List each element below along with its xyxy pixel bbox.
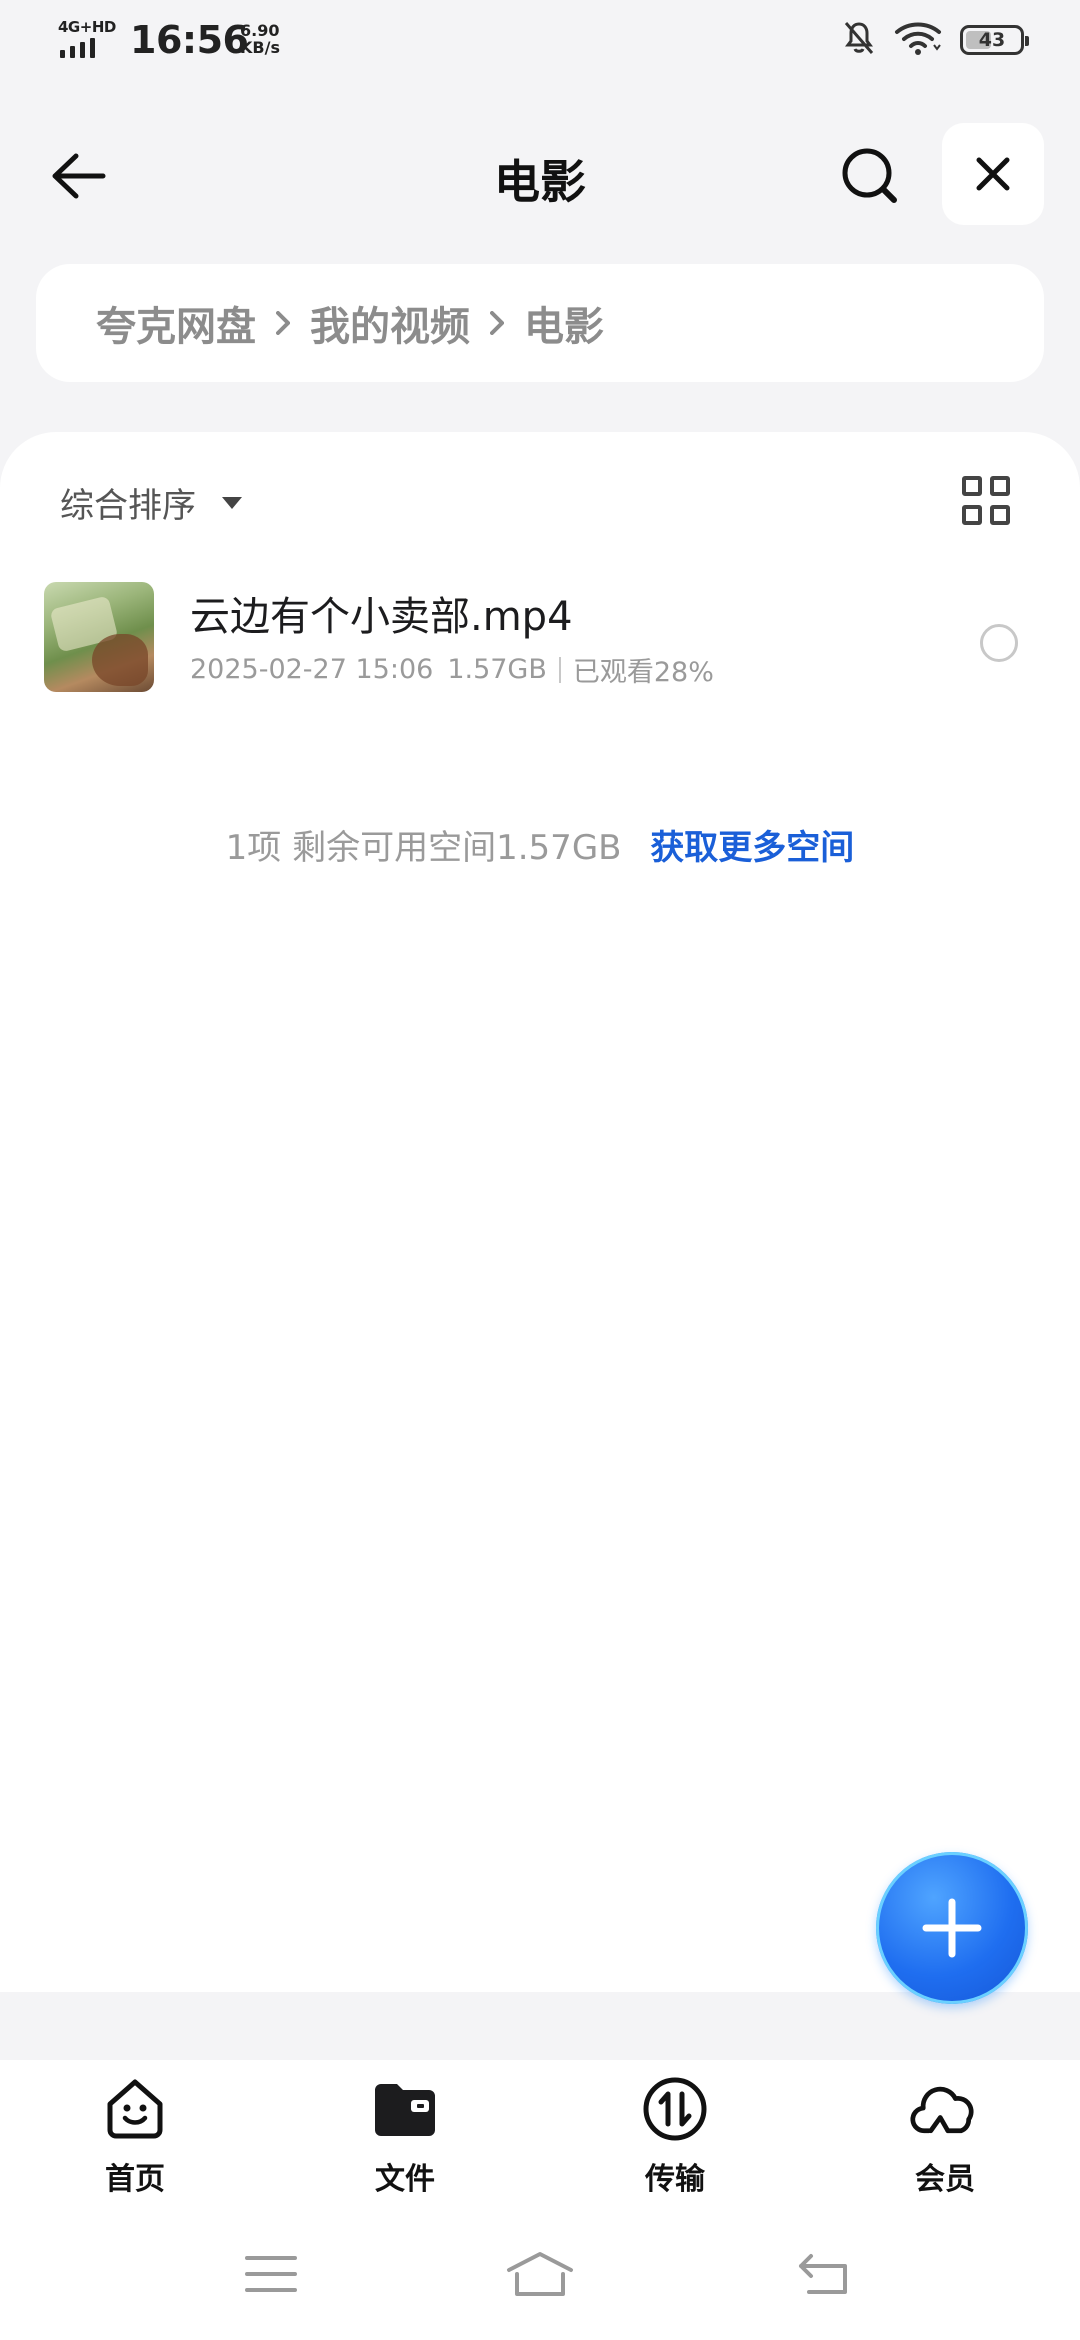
search-button[interactable] xyxy=(836,142,904,210)
battery-level: 43 xyxy=(978,29,1006,51)
search-icon xyxy=(842,148,897,203)
signal-icon: 4G+HD xyxy=(58,18,116,58)
sort-label: 综合排序 xyxy=(60,486,196,526)
wifi-icon xyxy=(894,21,942,59)
add-button[interactable] xyxy=(876,1852,1028,2004)
status-time: 16:56 xyxy=(130,18,249,62)
transfer-icon xyxy=(640,2074,710,2144)
speed-value: 6.90 xyxy=(240,21,280,40)
storage-summary: 1项 剩余可用空间1.57GB xyxy=(225,828,622,868)
file-meta: 2025-02-27 15:06 1.57GB 已观看28% xyxy=(190,650,714,689)
breadcrumb-item-current: 电影 xyxy=(524,304,604,350)
video-thumbnail xyxy=(44,582,154,692)
file-size: 1.57GB xyxy=(447,654,547,685)
header: 电影 xyxy=(0,120,1080,230)
folder-icon xyxy=(370,2074,440,2144)
sort-dropdown[interactable]: 综合排序 xyxy=(60,478,242,527)
plus-icon xyxy=(922,1898,982,1958)
cloud-icon xyxy=(910,2074,980,2144)
breadcrumb-item-root[interactable]: 夸克网盘 xyxy=(96,294,256,352)
close-icon xyxy=(976,157,1010,191)
breadcrumb: 夸克网盘 我的视频 电影 xyxy=(36,264,1044,382)
nav-item-files[interactable]: 文件 xyxy=(270,2060,540,2210)
battery-icon: 43 xyxy=(960,25,1029,55)
file-list-item[interactable]: 云边有个小卖部.mp4 2025-02-27 15:06 1.57GB 已观看2… xyxy=(0,582,1080,702)
watch-progress: 已观看28% xyxy=(572,657,714,688)
bottom-nav: 首页 文件 传输 会员 xyxy=(0,2060,1080,2210)
nav-label: 会员 xyxy=(915,2162,975,2197)
nav-label: 文件 xyxy=(375,2162,435,2197)
speed-unit: KB/s xyxy=(240,38,280,57)
file-list-panel: 综合排序 云边有个小卖部.mp4 2025-02-27 15:06 1.57GB… xyxy=(0,432,1080,1992)
file-name: 云边有个小卖部.mp4 xyxy=(190,594,573,640)
nav-label: 传输 xyxy=(645,2162,705,2197)
chevron-right-icon xyxy=(490,311,504,335)
close-button[interactable] xyxy=(942,123,1044,225)
breadcrumb-item-videos[interactable]: 我的视频 xyxy=(310,294,470,352)
select-radio[interactable] xyxy=(980,624,1018,662)
meta-divider xyxy=(558,656,561,683)
home-icon[interactable] xyxy=(505,2244,575,2304)
page-title: 电影 xyxy=(494,155,586,209)
nav-label: 首页 xyxy=(105,2162,165,2197)
storage-info: 1项 剩余可用空间1.57GB 获取更多空间 xyxy=(0,820,1080,869)
file-date: 2025-02-27 15:06 xyxy=(190,654,434,685)
system-nav-bar xyxy=(0,2210,1080,2340)
nav-item-member[interactable]: 会员 xyxy=(810,2060,1080,2210)
back-icon[interactable] xyxy=(790,2244,860,2304)
chevron-right-icon xyxy=(276,311,290,335)
home-face-icon xyxy=(100,2074,170,2144)
get-more-space-link[interactable]: 获取更多空间 xyxy=(650,828,854,868)
nav-item-home[interactable]: 首页 xyxy=(0,2060,270,2210)
status-bar: 4G+HD 16:56 6.90 KB/s 43 xyxy=(0,0,1080,90)
menu-icon[interactable] xyxy=(236,2244,306,2304)
caret-down-icon xyxy=(222,496,242,509)
network-speed: 6.90 KB/s xyxy=(240,22,280,56)
nav-item-transfer[interactable]: 传输 xyxy=(540,2060,810,2210)
grid-view-icon[interactable] xyxy=(962,476,1012,526)
network-type: 4G+HD xyxy=(58,18,116,36)
mute-icon xyxy=(842,20,876,60)
